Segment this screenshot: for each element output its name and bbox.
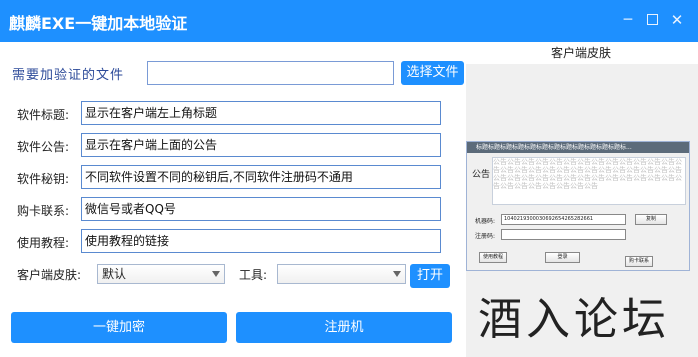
file-path-input[interactable] — [147, 61, 394, 85]
encrypt-button[interactable]: 一键加密 — [11, 312, 227, 343]
preview-notice-label: 公告 — [472, 170, 491, 180]
maximize-icon[interactable] — [644, 12, 660, 28]
title-bar: 麒麟EXE一键加本地验证 ─ ✕ — [0, 0, 698, 42]
preview-machine-field: 1040219300030692654265282661 — [501, 214, 626, 225]
secret-key-label: 软件秘钥: — [17, 172, 70, 186]
tool-label: 工具: — [239, 268, 268, 282]
notice-input[interactable]: 显示在客户端上面的公告 — [81, 133, 441, 157]
purchase-contact-input[interactable]: 微信号或者QQ号 — [81, 197, 441, 221]
purchase-contact-label: 购卡联系: — [17, 204, 70, 218]
preview-title-bar: 标题标题标题标题标题标题标题标题标题标题标题标题标... — [467, 142, 689, 153]
tutorial-label: 使用教程: — [17, 236, 70, 250]
chevron-down-icon — [393, 271, 401, 277]
preview-notice-text: 公告公告公告公告公告公告公告公告公告公告公告公告公告公告公告公告公告公告公告公告… — [492, 157, 686, 205]
preview-tutorial-button: 使用教程 — [479, 252, 507, 263]
close-icon[interactable]: ✕ — [669, 12, 685, 28]
preview-buy-button: 购卡联系 — [625, 256, 653, 267]
preview-login-button: 登录 — [545, 252, 580, 263]
skin-label: 客户端皮肤: — [17, 268, 82, 282]
skin-select-value: 默认 — [102, 267, 127, 281]
minimize-icon[interactable]: ─ — [620, 12, 636, 28]
tool-select[interactable] — [277, 264, 406, 284]
watermark-text: 酒入论坛 — [478, 294, 670, 345]
preview-regcode-field — [501, 229, 626, 240]
register-button[interactable]: 注册机 — [236, 312, 452, 343]
select-file-button[interactable]: 选择文件 — [401, 61, 464, 85]
skin-preview-window: 标题标题标题标题标题标题标题标题标题标题标题标题标... 公告 公告公告公告公告… — [466, 141, 690, 271]
notice-label: 软件公告: — [17, 140, 70, 154]
preview-machine-label: 机器码: — [475, 218, 496, 225]
chevron-down-icon — [212, 271, 220, 277]
open-button[interactable]: 打开 — [410, 264, 450, 288]
title-input[interactable]: 显示在客户端左上角标题 — [81, 101, 441, 125]
file-label: 需要加验证的文件 — [12, 68, 125, 83]
tutorial-input[interactable]: 使用教程的链接 — [81, 229, 441, 253]
window-title: 麒麟EXE一键加本地验证 — [9, 14, 188, 33]
skin-select[interactable]: 默认 — [97, 264, 225, 284]
skin-preview-title: 客户端皮肤 — [550, 46, 611, 60]
preview-copy-button: 复制 — [635, 214, 667, 225]
preview-regcode-label: 注册码: — [475, 233, 496, 240]
secret-key-input[interactable]: 不同软件设置不同的秘钥后,不同软件注册码不通用 — [81, 165, 441, 189]
title-label: 软件标题: — [17, 108, 70, 122]
